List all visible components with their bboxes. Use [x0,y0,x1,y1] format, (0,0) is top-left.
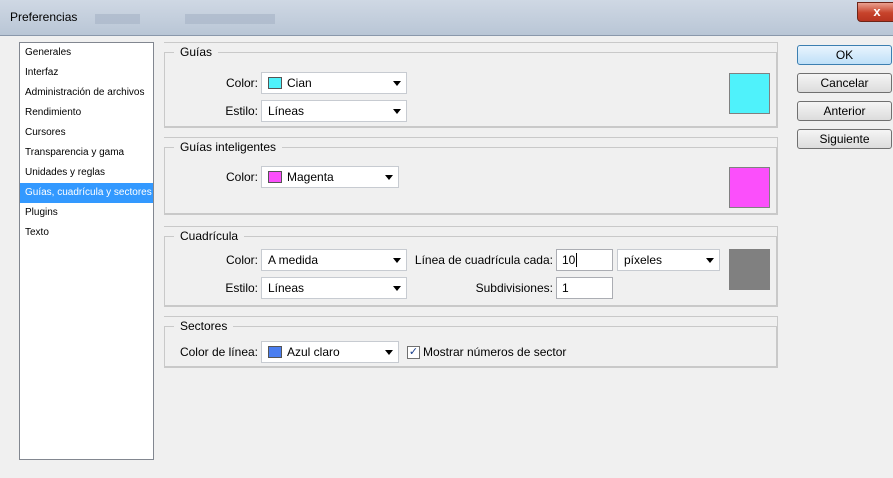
grid-color-select[interactable]: A medida [261,249,407,271]
sidebar-item[interactable]: Interfaz [20,63,153,83]
sidebar-item[interactable]: Rendimiento [20,103,153,123]
chevron-down-icon [385,175,393,180]
gridline-every-value: 10 [562,253,576,267]
category-list[interactable]: Generales Interfaz Administración de archi… [19,42,154,460]
sidebar-item[interactable]: Guías, cuadrícula y sectores [20,183,153,203]
title-bar: Preferencias x [0,0,893,36]
show-slice-numbers-checkbox[interactable]: ✓ [407,346,420,359]
guides-color-preview[interactable] [729,73,770,114]
chevron-down-icon [393,109,401,114]
sidebar-item[interactable]: Generales [20,43,153,63]
close-icon: x [873,4,881,19]
guides-style-label: Estilo: [225,104,258,118]
subdivisions-value: 1 [562,281,569,295]
chevron-down-icon [385,350,393,355]
previous-button[interactable]: Anterior [797,101,892,121]
gridline-unit-select[interactable]: píxeles [617,249,720,271]
grid-style-select[interactable]: Líneas [261,277,407,299]
guides-style-select[interactable]: Líneas [261,100,407,122]
chevron-down-icon [706,258,714,263]
smart-guides-color-select[interactable]: Magenta [261,166,399,188]
chevron-down-icon [393,258,401,263]
grid-legend: Cuadrícula [174,227,245,245]
grid-color-preview[interactable] [729,249,770,290]
sidebar-item[interactable]: Plugins [20,203,153,223]
settings-panel: Guías Color: Cian Estilo: Líneas Guías i… [164,42,778,462]
guides-legend: Guías [174,43,219,61]
text-caret [576,253,578,267]
slices-legend: Sectores [174,317,234,335]
sidebar-item[interactable]: Texto [20,223,153,243]
smart-guides-color-preview[interactable] [729,167,770,208]
guides-group: Guías Color: Cian Estilo: Líneas [164,42,778,128]
slices-line-color-value: Azul claro [287,345,340,359]
grid-style-value: Líneas [268,281,305,295]
window-title: Preferencias [10,10,78,24]
slices-group: Sectores Color de línea: Azul claro ✓ Mo… [164,316,778,368]
guides-style-value: Líneas [268,104,305,118]
chevron-down-icon [393,81,401,86]
subdivisions-label: Subdivisiones: [475,281,553,295]
slices-line-color-label: Color de línea: [179,345,258,359]
gridline-every-label: Línea de cuadrícula cada: [414,253,553,267]
smart-guides-color-value: Magenta [287,170,334,184]
sidebar-item[interactable]: Unidades y reglas [20,163,153,183]
gridline-every-input[interactable]: 10 [556,249,613,271]
chevron-down-icon [393,286,401,291]
ok-button[interactable]: OK [797,45,892,65]
sidebar-item[interactable]: Transparencia y gama [20,143,153,163]
subdivisions-input[interactable]: 1 [556,277,613,299]
show-slice-numbers-label[interactable]: Mostrar números de sector [423,342,566,362]
grid-color-value: A medida [268,253,319,267]
next-button[interactable]: Siguiente [797,129,892,149]
gridline-unit-value: píxeles [624,253,663,267]
sidebar-item[interactable]: Cursores [20,123,153,143]
cancel-button[interactable]: Cancelar [797,73,892,93]
grid-color-label: Color: [225,253,258,267]
smart-guides-color-label: Color: [225,170,258,184]
smart-guides-group: Guías inteligentes Color: Magenta [164,137,778,215]
close-button[interactable]: x [857,2,893,22]
guides-color-value: Cian [287,76,312,90]
slices-line-color-select[interactable]: Azul claro [261,341,399,363]
smart-guides-color-swatch [268,171,282,183]
sidebar-item[interactable]: Administración de archivos [20,83,153,103]
background-tab-ghost [185,14,275,24]
guides-color-swatch [268,77,282,89]
grid-style-label: Estilo: [225,281,258,295]
guides-color-select[interactable]: Cian [261,72,407,94]
grid-group: Cuadrícula Color: A medida Estilo: Línea… [164,226,778,307]
smart-guides-legend: Guías inteligentes [174,138,283,156]
slices-line-color-swatch [268,346,282,358]
background-tab-ghost [95,14,140,24]
guides-color-label: Color: [225,76,258,90]
